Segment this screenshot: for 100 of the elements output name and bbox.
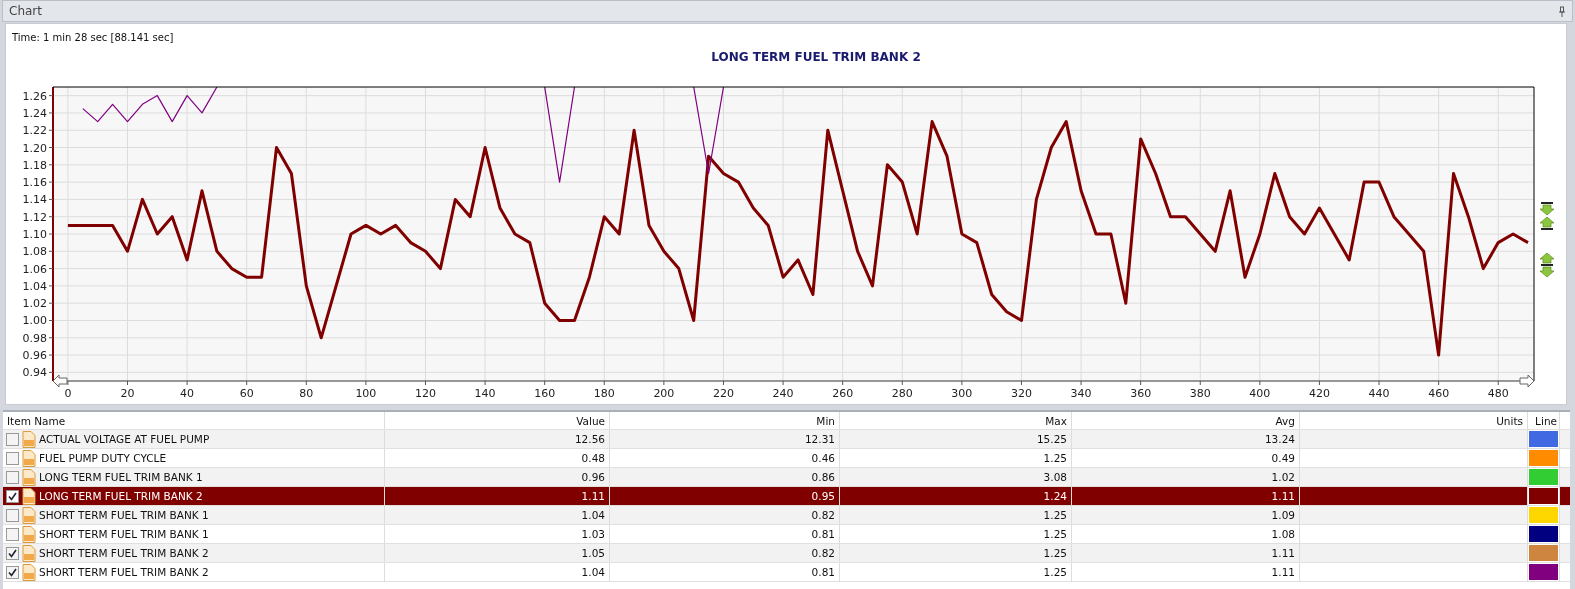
x-tick-label: 120 [415, 387, 436, 400]
checkbox[interactable] [6, 451, 19, 465]
column-header[interactable]: Value [385, 412, 610, 429]
y-tick-label: 1.16 [22, 176, 47, 190]
document-icon [22, 544, 36, 562]
document-icon [22, 525, 36, 543]
table-cell: 1.25 [840, 525, 1072, 543]
x-tick-label: 460 [1428, 387, 1450, 400]
table-cell: 0.81 [610, 525, 840, 543]
scroll-right-icon[interactable] [1519, 374, 1535, 388]
table-cell: 1.09 [1072, 506, 1300, 524]
x-tick-label: 480 [1487, 387, 1509, 400]
table-cell: 1.04 [385, 563, 610, 581]
x-tick-label: 240 [772, 387, 794, 400]
table-cell: 1.11 [1072, 544, 1300, 562]
table-cell: 0.82 [610, 544, 840, 562]
checkbox[interactable] [6, 565, 19, 579]
table-cell: 0.95 [610, 487, 840, 505]
x-tick-label: 320 [1010, 387, 1032, 400]
scroll-left-icon[interactable] [52, 374, 68, 388]
item-name: FUEL PUMP DUTY CYCLE [39, 452, 167, 464]
table-row[interactable]: SHORT TERM FUEL TRIM BANK 1 1.04 0.82 1.25 1.09 [3, 506, 1570, 525]
x-tick-label: 100 [355, 387, 377, 400]
table-cell: 0.48 [385, 449, 610, 467]
item-name: LONG TERM FUEL TRIM BANK 1 [39, 471, 203, 483]
x-tick-label: 260 [832, 387, 854, 400]
table-cell: 1.11 [1072, 487, 1300, 505]
x-tick-label: 400 [1249, 387, 1271, 400]
document-icon [22, 563, 36, 581]
y-tick-label: 1.18 [22, 158, 47, 172]
table-cell: 0.49 [1072, 449, 1300, 467]
table-cell: 1.02 [1072, 468, 1300, 486]
document-icon [22, 449, 36, 467]
item-name: SHORT TERM FUEL TRIM BANK 1 [39, 509, 209, 521]
x-tick-label: 220 [712, 387, 734, 400]
y-tick-label: 1.00 [22, 314, 47, 328]
table-cell: 1.24 [840, 487, 1072, 505]
table-row[interactable]: ACTUAL VOLTAGE AT FUEL PUMP 12.56 12.31 15.25 13.24 [3, 430, 1570, 449]
table-cell: 1.25 [840, 544, 1072, 562]
x-tick-label: 200 [653, 387, 675, 400]
y-tick-label: 1.20 [22, 141, 47, 155]
column-header[interactable]: Item Name [3, 412, 385, 429]
item-name: SHORT TERM FUEL TRIM BANK 2 [39, 547, 209, 559]
table-row[interactable]: SHORT TERM FUEL TRIM BANK 2 1.04 0.81 1.25 1.11 [3, 563, 1570, 582]
column-header[interactable]: Max [840, 412, 1072, 429]
zoom-in-icon[interactable] [1539, 252, 1555, 278]
table-row[interactable]: LONG TERM FUEL TRIM BANK 1 0.96 0.86 3.08 1.02 [3, 468, 1570, 487]
checkbox[interactable] [6, 508, 19, 522]
checkbox[interactable] [6, 432, 19, 446]
table-row[interactable]: FUEL PUMP DUTY CYCLE 0.48 0.46 1.25 0.49 [3, 449, 1570, 468]
document-icon [22, 487, 36, 505]
table-row[interactable]: SHORT TERM FUEL TRIM BANK 1 1.03 0.81 1.25 1.08 [3, 525, 1570, 544]
table-cell: 0.86 [610, 468, 840, 486]
y-tick-label: 1.14 [22, 193, 47, 207]
checkbox[interactable] [6, 527, 19, 541]
table-cell: 13.24 [1072, 430, 1300, 448]
zoom-out-icon[interactable] [1539, 202, 1555, 230]
x-tick-label: 0 [64, 387, 72, 400]
panel-title: Chart [9, 4, 42, 18]
table-cell: 0.96 [385, 468, 610, 486]
table-cell: 1.03 [385, 525, 610, 543]
column-header[interactable]: Avg [1072, 412, 1300, 429]
checkbox[interactable] [6, 546, 19, 560]
y-tick-label: 1.08 [22, 245, 47, 259]
x-tick-label: 140 [474, 387, 496, 400]
table-cell: 0.81 [610, 563, 840, 581]
table-row[interactable]: SHORT TERM FUEL TRIM BANK 2 1.05 0.82 1.25 1.11 [3, 544, 1570, 563]
table-cell: 1.08 [1072, 525, 1300, 543]
column-header[interactable]: Line [1528, 412, 1560, 429]
x-tick-label: 160 [534, 387, 556, 400]
document-icon [22, 468, 36, 486]
table-cell: 1.25 [840, 449, 1072, 467]
table-cell: 0.82 [610, 506, 840, 524]
table-cell: 1.04 [385, 506, 610, 524]
table-cell: 1.05 [385, 544, 610, 562]
document-icon [22, 430, 36, 448]
table-cell: 15.25 [840, 430, 1072, 448]
y-tick-label: 0.98 [22, 331, 47, 345]
item-name: SHORT TERM FUEL TRIM BANK 2 [39, 566, 209, 578]
table-cell: 12.56 [385, 430, 610, 448]
y-tick-label: 0.96 [22, 349, 47, 363]
table-cell: 1.25 [840, 563, 1072, 581]
checkbox[interactable] [6, 489, 19, 503]
column-header[interactable]: Units [1300, 412, 1528, 429]
x-tick-label: 440 [1368, 387, 1390, 400]
x-tick-label: 300 [951, 387, 973, 400]
table-cell: 1.25 [840, 506, 1072, 524]
table-cell: 3.08 [840, 468, 1072, 486]
item-name: LONG TERM FUEL TRIM BANK 2 [39, 490, 203, 502]
x-tick-label: 40 [180, 387, 195, 400]
table-row[interactable]: LONG TERM FUEL TRIM BANK 2 1.11 0.95 1.24 1.11 [3, 487, 1570, 506]
column-header[interactable]: Min [610, 412, 840, 429]
item-name: SHORT TERM FUEL TRIM BANK 1 [39, 528, 209, 540]
pin-icon[interactable] [1558, 5, 1566, 17]
chart-title: LONG TERM FUEL TRIM BANK 2 [711, 50, 921, 64]
document-icon [22, 506, 36, 524]
item-name: ACTUAL VOLTAGE AT FUEL PUMP [39, 433, 210, 445]
checkbox[interactable] [6, 470, 19, 484]
y-tick-label: 1.06 [22, 262, 47, 276]
y-tick-label: 1.26 [22, 89, 47, 103]
